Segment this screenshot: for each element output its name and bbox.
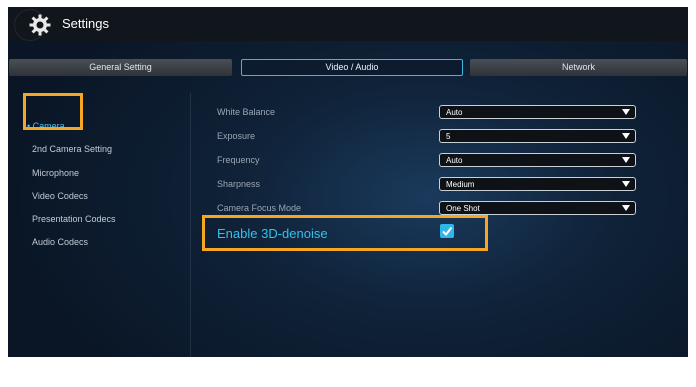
sidebar-item-microphone[interactable]: Microphone <box>32 167 79 179</box>
camera-focus-mode-label: Camera Focus Mode <box>217 203 302 213</box>
enable-3d-denoise-label: Enable 3D-denoise <box>217 226 328 241</box>
dropdown-arrow-icon <box>622 205 630 211</box>
gear-icon <box>29 14 51 36</box>
title-bar: Settings <box>8 7 688 41</box>
white-balance-label: White Balance <box>217 107 276 117</box>
sidebar-item-2nd-camera-setting[interactable]: 2nd Camera Setting <box>32 143 112 155</box>
tab-video-audio[interactable]: Video / Audio <box>241 59 463 76</box>
sharpness-label: Sharpness <box>217 179 261 189</box>
tab-bar: General Setting Video / Audio Network <box>8 59 688 77</box>
tab-network[interactable]: Network <box>470 59 687 76</box>
select-value: Auto <box>446 156 463 165</box>
frequency-select[interactable]: Auto <box>439 153 636 167</box>
select-value: Medium <box>446 180 475 189</box>
dropdown-arrow-icon <box>622 181 630 187</box>
select-value: One Shot <box>446 204 480 213</box>
sidebar-item-audio-codecs[interactable]: Audio Codecs <box>32 236 88 248</box>
sidebar-item-presentation-codecs[interactable]: Presentation Codecs <box>32 213 116 225</box>
select-value: Auto <box>446 108 463 117</box>
sidebar: • Camera 2nd Camera Setting Microphone V… <box>8 93 191 357</box>
camera-highlight-box <box>23 93 83 130</box>
dropdown-arrow-icon <box>622 157 630 163</box>
camera-focus-mode-select[interactable]: One Shot <box>439 201 636 215</box>
window-title: Settings <box>62 16 109 31</box>
white-balance-select[interactable]: Auto <box>439 105 636 119</box>
exposure-label: Exposure <box>217 131 256 141</box>
settings-screen: Settings General Setting Video / Audio N… <box>8 7 688 357</box>
tab-general-setting[interactable]: General Setting <box>9 59 232 76</box>
select-value: 5 <box>446 132 451 141</box>
dropdown-arrow-icon <box>622 133 630 139</box>
frequency-label: Frequency <box>217 155 260 165</box>
dropdown-arrow-icon <box>622 109 630 115</box>
sharpness-select[interactable]: Medium <box>439 177 636 191</box>
enable-3d-denoise-checkbox[interactable] <box>440 224 454 238</box>
sidebar-item-video-codecs[interactable]: Video Codecs <box>32 190 88 202</box>
exposure-select[interactable]: 5 <box>439 129 636 143</box>
checkmark-icon <box>442 226 453 237</box>
